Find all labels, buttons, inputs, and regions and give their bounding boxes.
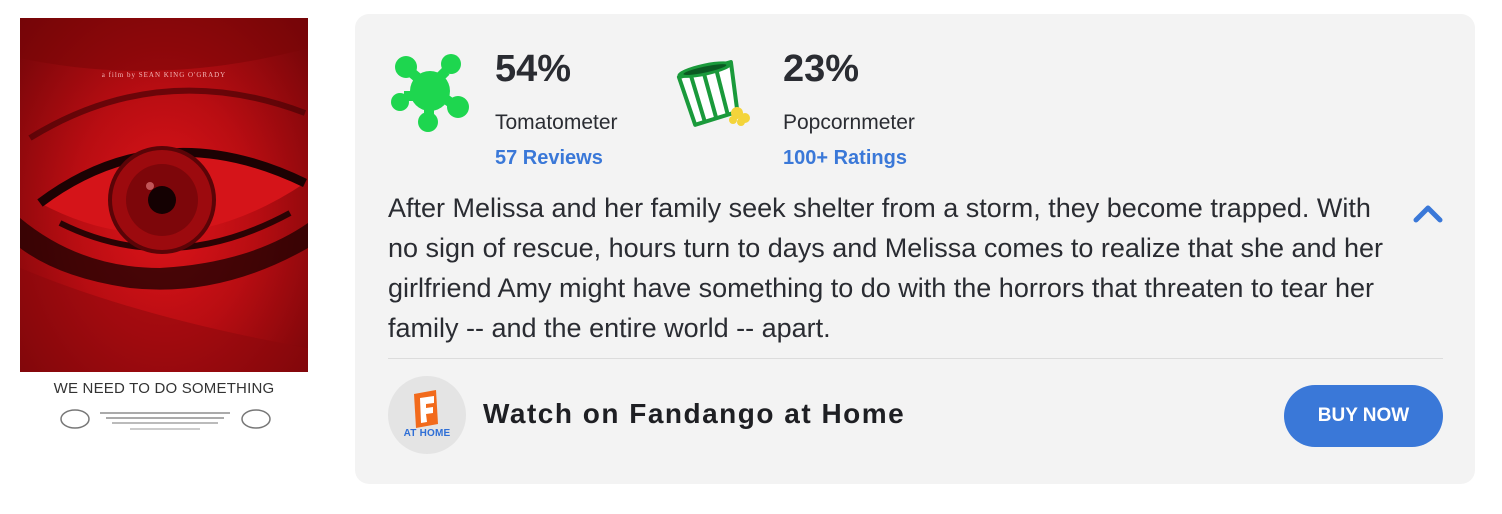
tomatometer-reviews-link[interactable]: 57 Reviews (495, 147, 603, 170)
popcornmeter-ratings-link[interactable]: 100+ Ratings (783, 147, 907, 170)
buy-now-button[interactable]: BUY NOW (1284, 385, 1443, 447)
splat-icon (391, 54, 469, 132)
divider (388, 358, 1443, 359)
spilled-popcorn-icon (676, 60, 750, 127)
tomatometer-label: Tomatometer (495, 111, 618, 134)
movie-synopsis: After Melissa and her family seek shelte… (388, 193, 1384, 343)
fandango-at-home-text: AT HOME (403, 428, 451, 439)
poster-festival-laurels (60, 409, 271, 430)
movie-poster[interactable]: a film by SEAN KING O'GRADY WE NEED TO D… (20, 18, 308, 443)
chevron-up-icon (1413, 205, 1443, 223)
poster-credit: a film by SEAN KING O'GRADY (101, 71, 227, 79)
poster-title: WE NEED TO DO SOMETHING (53, 380, 275, 397)
watch-on-fandango-label: Watch on Fandango at Home (483, 398, 906, 429)
tomatometer-score: 54% (495, 48, 572, 90)
poster-image: a film by SEAN KING O'GRADY (20, 18, 308, 372)
movie-info-card: 54% Tomatometer 57 Reviews 23% Popcornme… (355, 14, 1475, 484)
popcornmeter-label: Popcornmeter (783, 111, 915, 134)
collapse-synopsis-button[interactable] (1410, 198, 1446, 228)
fandango-f-icon (414, 390, 438, 428)
popcornmeter-score: 23% (783, 48, 860, 90)
fandango-at-home-logo[interactable]: AT HOME (388, 376, 466, 454)
